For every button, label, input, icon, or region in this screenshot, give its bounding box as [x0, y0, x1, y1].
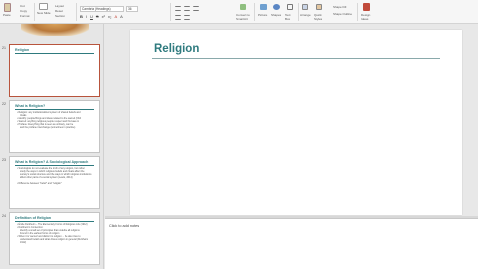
- format-buttons: B I U S x² x₂ A A: [80, 14, 123, 19]
- arrange-button[interactable]: Arrange: [300, 13, 311, 18]
- slide-number: 22: [2, 102, 6, 106]
- slide-thumbnail-20[interactable]: [9, 24, 100, 38]
- quick-styles-icon[interactable]: [316, 4, 322, 10]
- current-slide[interactable]: Religion: [130, 30, 462, 215]
- convert-smartart-button[interactable]: Convert to SmartArt: [236, 13, 250, 21]
- new-slide-icon[interactable]: [39, 3, 48, 10]
- design-ideas-icon[interactable]: [363, 3, 370, 11]
- ribbon: Paste Cut Copy Format New Slide Layout R…: [0, 0, 478, 24]
- columns-icon[interactable]: [184, 15, 190, 20]
- design-ideas-button[interactable]: Design Ideas: [361, 13, 371, 21]
- slide-thumbnail-pane[interactable]: 21 Religion 22 What is Religion? • Relig…: [0, 24, 104, 269]
- text-box-button[interactable]: Text Box: [285, 13, 293, 21]
- superscript-button[interactable]: x²: [102, 14, 105, 19]
- numbering-icon[interactable]: [193, 6, 199, 11]
- slide-thumbnail-22[interactable]: What is Religion? • Religion: any instit…: [9, 100, 100, 153]
- picture-icon[interactable]: [260, 4, 267, 10]
- shape-outline-button[interactable]: Shape Outline: [333, 12, 352, 17]
- bullets-icon[interactable]: [184, 6, 190, 11]
- slide-thumbnail-21[interactable]: Religion: [9, 44, 100, 97]
- font-size-select[interactable]: 36: [126, 6, 138, 12]
- thumb-title: Definition of Religion: [15, 216, 52, 220]
- notes-placeholder[interactable]: Click to add notes: [109, 224, 139, 228]
- thumb-text: • Religion: any institutionalized system…: [17, 111, 81, 114]
- thumb-text: understand beliefs and what drives relig…: [20, 238, 89, 241]
- cut-button[interactable]: Cut: [20, 4, 25, 9]
- thumb-text: • Difference between "belief" and "relig…: [17, 182, 62, 185]
- thumb-text: and the profane interchange (sometimes i…: [20, 126, 76, 129]
- thumb-text: affect other parts of a social system (L…: [20, 176, 73, 179]
- line-spacing-icon[interactable]: [175, 15, 181, 20]
- font-color-button[interactable]: A: [114, 14, 117, 19]
- slide-canvas-area: Religion: [105, 24, 478, 216]
- font-name-select[interactable]: Cambria (Headings): [80, 6, 124, 12]
- slide-number: 24: [2, 214, 6, 218]
- subscript-button[interactable]: x₂: [108, 14, 112, 19]
- underline-button[interactable]: U: [90, 14, 93, 19]
- notes-pane[interactable]: Click to add notes: [105, 218, 478, 269]
- quick-styles-button[interactable]: Quick Styles: [314, 13, 324, 21]
- bold-button[interactable]: B: [80, 14, 83, 19]
- text-box-icon[interactable]: [287, 4, 293, 10]
- copy-button[interactable]: Copy: [20, 9, 27, 14]
- slide-thumbnail-23[interactable]: What is Religion? A Sociological Approac…: [9, 156, 100, 209]
- paste-icon[interactable]: [4, 3, 11, 12]
- shapes-icon[interactable]: [273, 4, 280, 10]
- highlight-button[interactable]: A: [120, 14, 123, 19]
- layout-button[interactable]: Layout: [55, 4, 64, 9]
- thumb-title: Religion: [15, 48, 30, 52]
- title-underline: [152, 58, 440, 59]
- new-slide-button[interactable]: New Slide: [37, 11, 51, 16]
- arrange-icon[interactable]: [302, 4, 308, 10]
- thumb-text: 1912): [20, 241, 27, 244]
- thumb-title: What is Religion? A Sociological Approac…: [15, 160, 89, 164]
- slide-number: 23: [2, 158, 6, 162]
- format-painter-button[interactable]: Format: [20, 14, 30, 19]
- paste-label[interactable]: Paste: [3, 13, 11, 18]
- align-left-icon[interactable]: [175, 6, 181, 11]
- italic-button[interactable]: I: [86, 14, 87, 19]
- shapes-button[interactable]: Shapes: [271, 13, 281, 18]
- slide-thumbnail-24[interactable]: Definition of Religion • Émile Durkheim …: [9, 212, 100, 265]
- slide-title[interactable]: Religion: [154, 43, 199, 55]
- section-button[interactable]: Section: [55, 14, 65, 19]
- picture-button[interactable]: Picture: [258, 13, 267, 18]
- slide-image: [21, 24, 89, 36]
- smartart-icon[interactable]: [240, 4, 246, 10]
- slide-number: 21: [2, 46, 6, 50]
- thumb-title: What is Religion?: [15, 104, 46, 108]
- shape-fill-button[interactable]: Shape Fill: [333, 5, 346, 10]
- reset-button[interactable]: Reset: [55, 9, 63, 14]
- strikethrough-button[interactable]: S: [96, 14, 99, 19]
